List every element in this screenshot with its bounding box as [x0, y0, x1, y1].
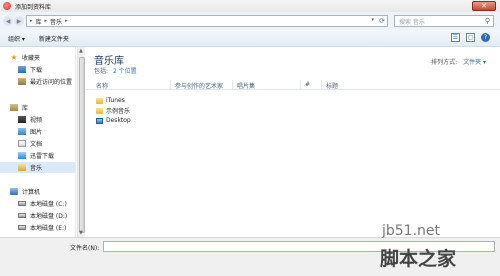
- star-icon: ★: [10, 53, 18, 62]
- library-includes: 包括: 2 个位置: [94, 66, 137, 75]
- command-toolbar: 组织 ▾ 新建文件夹 ☰ ▢ ?: [0, 30, 500, 47]
- sidebar-item-videos[interactable]: 视频: [0, 114, 76, 125]
- breadcrumb-library[interactable]: 库: [36, 17, 42, 26]
- includes-locations-link[interactable]: 2 个位置: [113, 68, 137, 75]
- file-name: Desktop: [106, 117, 131, 124]
- list-item[interactable]: Desktop: [96, 116, 131, 125]
- document-icon: [18, 140, 26, 147]
- folder-icon: [96, 107, 103, 114]
- computer-icon: [10, 188, 18, 195]
- list-item[interactable]: iTunes: [96, 96, 125, 105]
- sidebar-item-label: 计算机: [22, 189, 41, 196]
- address-dropdown-icon[interactable]: ▾: [371, 17, 374, 23]
- file-name: iTunes: [106, 97, 125, 104]
- scrollbar-thumb[interactable]: [79, 57, 85, 233]
- watermark-site: jb51.net: [382, 223, 441, 239]
- column-header-name[interactable]: 名称: [96, 81, 108, 90]
- search-input[interactable]: 搜索 音乐 ⚲: [394, 15, 494, 27]
- help-icon[interactable]: ?: [481, 33, 490, 42]
- scroll-down-icon[interactable]: ▼: [79, 230, 83, 236]
- file-name: 示例音乐: [106, 108, 131, 115]
- organize-button[interactable]: 组织 ▾: [8, 34, 25, 43]
- picture-icon: [18, 128, 26, 135]
- sidebar-item-label: 收藏夹: [22, 55, 41, 62]
- chevron-right-icon: ▸: [65, 18, 68, 24]
- sidebar-item-label: 视频: [30, 117, 43, 124]
- filename-label: 文件名(N):: [70, 245, 100, 252]
- refresh-icon[interactable]: ⟳: [379, 17, 385, 25]
- preview-pane-icon[interactable]: ▢: [466, 33, 475, 42]
- sidebar-item-libraries[interactable]: 库: [0, 102, 76, 113]
- sidebar-item-label: 本地磁盘 (C:): [30, 201, 67, 208]
- download-folder-icon: [18, 66, 26, 73]
- column-header-title[interactable]: 标题: [326, 81, 338, 90]
- desktop-icon: [96, 117, 103, 124]
- column-header-artist[interactable]: 参与创作的艺术家: [175, 81, 223, 90]
- sidebar-item-thunder-downloads[interactable]: 迅雷下载: [0, 150, 76, 161]
- sidebar-item-documents[interactable]: 文档: [0, 138, 76, 149]
- arrange-by: 排列方式: 文件夹 ▾: [431, 57, 486, 66]
- address-bar[interactable]: ▸ 库 ▸ 音乐 ▸ ▾ ⟳: [26, 15, 388, 27]
- library-title: 音乐库: [94, 56, 124, 67]
- sidebar-item-downloads[interactable]: 下载: [0, 64, 76, 75]
- sidebar-item-disk-c[interactable]: 本地磁盘 (C:): [0, 198, 76, 209]
- chevron-right-icon: ▸: [44, 18, 48, 24]
- forward-button[interactable]: ▶: [14, 16, 24, 26]
- sidebar-item-disk-d[interactable]: 本地磁盘 (D:): [0, 210, 76, 221]
- sidebar-item-label: 本地磁盘 (D:): [30, 213, 68, 220]
- search-placeholder: 搜索 音乐: [399, 18, 425, 26]
- list-item[interactable]: 示例音乐: [96, 106, 130, 115]
- file-list-pane: 音乐库 包括: 2 个位置 排列方式: 文件夹 ▾ 名称 参与创作的艺术家 唱片…: [86, 47, 500, 237]
- arrange-label: 排列方式:: [431, 59, 458, 66]
- view-options-icon[interactable]: ☰: [451, 33, 460, 42]
- sidebar-item-label: 下载: [30, 67, 43, 74]
- title-bar: 添加到资料库 ✕: [0, 0, 500, 12]
- search-icon[interactable]: ⚲: [485, 17, 490, 25]
- sidebar-item-label: 最近访问的位置: [30, 79, 73, 86]
- sidebar-item-label: 迅雷下载: [30, 153, 55, 160]
- disk-icon: [18, 225, 26, 230]
- close-button[interactable]: ✕: [472, 1, 496, 11]
- disk-icon: [18, 201, 26, 206]
- new-folder-button[interactable]: 新建文件夹: [39, 34, 69, 43]
- navigation-bar: ◀ ▶ ▸ 库 ▸ 音乐 ▸ ▾ ⟳ 搜索 音乐 ⚲: [0, 12, 500, 30]
- sidebar-item-label: 音乐: [30, 165, 43, 172]
- recent-places-icon: [18, 78, 26, 85]
- sidebar-item-label: 文档: [30, 141, 43, 148]
- column-header-track-number[interactable]: #: [305, 81, 310, 88]
- sidebar-item-label: 本地磁盘 (E:): [30, 225, 67, 232]
- watermark-name: 脚本之家: [380, 248, 457, 270]
- sidebar-item-label: 库: [22, 105, 29, 112]
- sidebar-item-disk-e[interactable]: 本地磁盘 (E:): [0, 222, 76, 233]
- chevron-right-icon: ▸: [30, 18, 33, 24]
- column-headers: 名称 参与创作的艺术家 唱片集 # 标题: [86, 80, 500, 90]
- sidebar-scrollbar[interactable]: ▲ ▼: [77, 47, 85, 237]
- sidebar-item-music[interactable]: 音乐: [0, 162, 76, 173]
- app-icon: [3, 2, 11, 10]
- breadcrumb-music[interactable]: 音乐: [50, 17, 62, 26]
- back-button[interactable]: ◀: [3, 16, 13, 26]
- scroll-up-icon[interactable]: ▲: [79, 48, 83, 54]
- music-icon: [18, 164, 26, 171]
- sidebar-item-computer[interactable]: 计算机: [0, 186, 76, 197]
- library-icon: [10, 104, 18, 111]
- disk-icon: [18, 213, 26, 218]
- folder-icon: [96, 97, 103, 104]
- column-header-album[interactable]: 唱片集: [237, 81, 255, 90]
- video-icon: [18, 116, 26, 123]
- thunder-icon: [18, 152, 26, 159]
- sidebar-item-label: 图片: [30, 129, 43, 136]
- includes-label: 包括:: [94, 68, 109, 75]
- sidebar-item-favorites[interactable]: ★ 收藏夹: [0, 52, 76, 63]
- navigation-pane: ★ 收藏夹 下载 最近访问的位置 库 视频 图片 文档 迅雷下载 音乐 计算机 …: [0, 47, 76, 237]
- sidebar-item-recent-places[interactable]: 最近访问的位置: [0, 76, 76, 87]
- arrange-by-dropdown[interactable]: 文件夹 ▾: [463, 59, 486, 66]
- sidebar-item-pictures[interactable]: 图片: [0, 126, 76, 137]
- window-title: 添加到资料库: [15, 3, 52, 11]
